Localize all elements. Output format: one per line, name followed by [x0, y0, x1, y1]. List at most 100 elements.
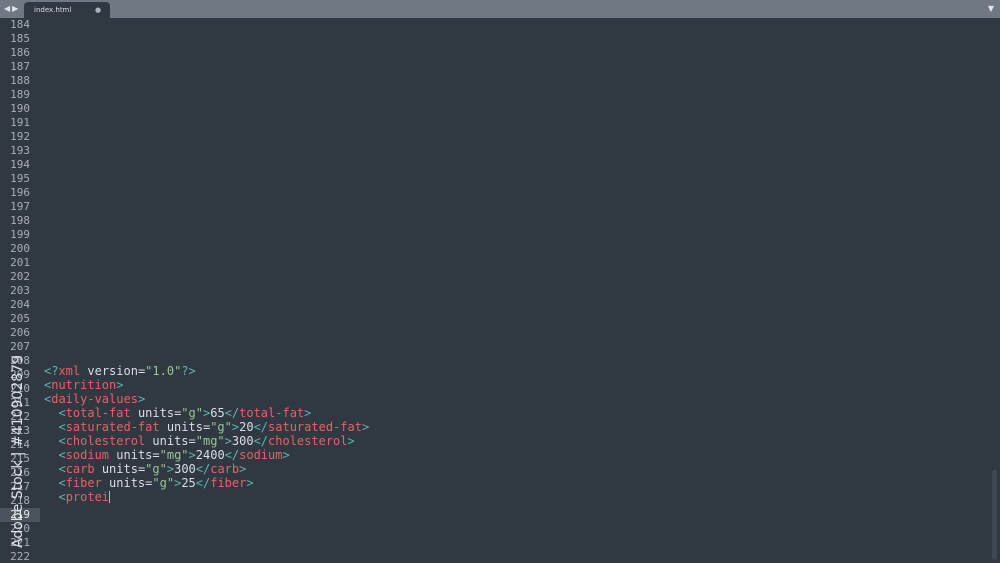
token-tag: cholesterol: [65, 434, 146, 448]
tab-label: index.html: [34, 6, 72, 14]
token-attr: units=: [145, 434, 196, 448]
token-punct: >: [239, 462, 247, 476]
token-tag: total-fat: [239, 406, 305, 420]
token-attr: version=: [80, 364, 146, 378]
line-number: 190: [10, 102, 30, 115]
token-value: 2400: [195, 448, 225, 462]
token-punct: ?>: [181, 364, 196, 378]
token-tag: fiber: [65, 476, 102, 490]
token-value: 300: [231, 434, 254, 448]
line-number: 198: [10, 214, 30, 227]
token-punct: >: [304, 406, 312, 420]
token-value: 65: [210, 406, 225, 420]
token-punct: <?: [44, 364, 59, 378]
token-punct: <: [58, 448, 66, 462]
line-number: 200: [10, 242, 30, 255]
token-punct: </: [253, 420, 269, 434]
token-value: 20: [239, 420, 254, 434]
token-punct: </: [253, 434, 269, 448]
token-punct: </: [195, 476, 211, 490]
token-tag: daily-values: [51, 392, 138, 406]
token-tag: fiber: [210, 476, 247, 490]
token-punct: <: [58, 490, 66, 504]
code-line[interactable]: <cholesterol units="mg">300</cholesterol…: [44, 434, 355, 448]
token-punct: >: [246, 476, 254, 490]
token-string: "1.0": [145, 364, 182, 378]
line-number: 185: [10, 32, 30, 45]
code-line[interactable]: <carb units="g">300</carb>: [44, 462, 246, 476]
token-string: "g": [181, 406, 203, 420]
token-tag: saturated-fat: [65, 420, 160, 434]
token-punct: <: [58, 420, 66, 434]
vertical-scrollbar[interactable]: [992, 470, 997, 560]
line-number: 195: [10, 172, 30, 185]
code-editor[interactable]: 184 185 186 187 188 189 190 191 192 193 194 195 196 1…: [0, 18, 1000, 563]
line-number: 186: [10, 46, 30, 59]
line-number: 205: [10, 312, 30, 325]
line-number: 204: [10, 298, 30, 311]
text-cursor: [109, 491, 111, 503]
token-tag: carb: [210, 462, 240, 476]
arrow-left-icon[interactable]: ◀: [4, 3, 10, 15]
token-tag: nutrition: [51, 378, 117, 392]
arrow-right-icon[interactable]: ▶: [12, 3, 18, 15]
line-number: 222: [10, 550, 30, 563]
token-string: "g": [152, 476, 175, 490]
line-number: 203: [10, 284, 30, 297]
code-line-active[interactable]: <protei: [44, 490, 111, 504]
line-number: 206: [10, 326, 30, 339]
code-line[interactable]: <saturated-fat units="g">20</saturated-f…: [44, 420, 369, 434]
token-punct: </: [224, 406, 240, 420]
token-tag: sodium: [239, 448, 283, 462]
tab-menu-icon[interactable]: ▼: [988, 3, 994, 15]
token-attr: units=: [159, 420, 211, 434]
line-number: 201: [10, 256, 30, 269]
token-punct: <: [58, 462, 66, 476]
unsaved-dot-icon[interactable]: ●: [95, 5, 101, 15]
token-string: "mg": [159, 448, 189, 462]
token-punct: >: [166, 462, 175, 476]
token-value: 25: [181, 476, 196, 490]
code-line[interactable]: <?xml version="1.0"?>: [44, 364, 196, 378]
line-number: 192: [10, 130, 30, 143]
code-line[interactable]: <fiber units="g">25</fiber>: [44, 476, 254, 490]
token-attr: units=: [109, 448, 160, 462]
token-punct: <: [58, 476, 66, 490]
code-line[interactable]: <daily-values>: [44, 392, 145, 406]
token-punct: >: [224, 434, 232, 448]
line-number: 207: [10, 340, 30, 353]
line-number: 193: [10, 144, 30, 157]
line-number: 184: [10, 18, 30, 31]
line-number: 189: [10, 88, 30, 101]
code-line[interactable]: <total-fat units="g">65</total-fat>: [44, 406, 311, 420]
token-punct: >: [361, 420, 370, 434]
token-string: "mg": [195, 434, 225, 448]
line-number: 188: [10, 74, 30, 87]
token-tag: sodium: [65, 448, 110, 462]
line-number: 202: [10, 270, 30, 283]
watermark-text: Adobe Stock | #410902879: [10, 355, 26, 548]
tab-index-html[interactable]: index.html ●: [24, 2, 110, 18]
token-tag: total-fat: [65, 406, 131, 420]
token-punct: </: [195, 462, 211, 476]
token-string: "g": [145, 462, 167, 476]
token-punct: >: [188, 448, 196, 462]
token-tag: carb: [65, 462, 95, 476]
token-attr: units=: [94, 462, 146, 476]
token-tag: xml: [58, 364, 81, 378]
code-line[interactable]: <sodium units="mg">2400</sodium>: [44, 448, 289, 462]
line-number: 194: [10, 158, 30, 171]
tab-bar: ◀ ▶ index.html ● ▼: [0, 0, 1000, 18]
line-number: 191: [10, 116, 30, 129]
line-number: 187: [10, 60, 30, 73]
token-punct: <: [58, 406, 66, 420]
line-number: 196: [10, 186, 30, 199]
code-line[interactable]: <nutrition>: [44, 378, 124, 392]
token-attr: units=: [130, 406, 182, 420]
token-value: 300: [174, 462, 196, 476]
token-punct: >: [137, 392, 146, 406]
line-number: 199: [10, 228, 30, 241]
token-string: "g": [210, 420, 232, 434]
token-punct: >: [347, 434, 355, 448]
tab-nav-arrows: ◀ ▶: [4, 3, 18, 15]
